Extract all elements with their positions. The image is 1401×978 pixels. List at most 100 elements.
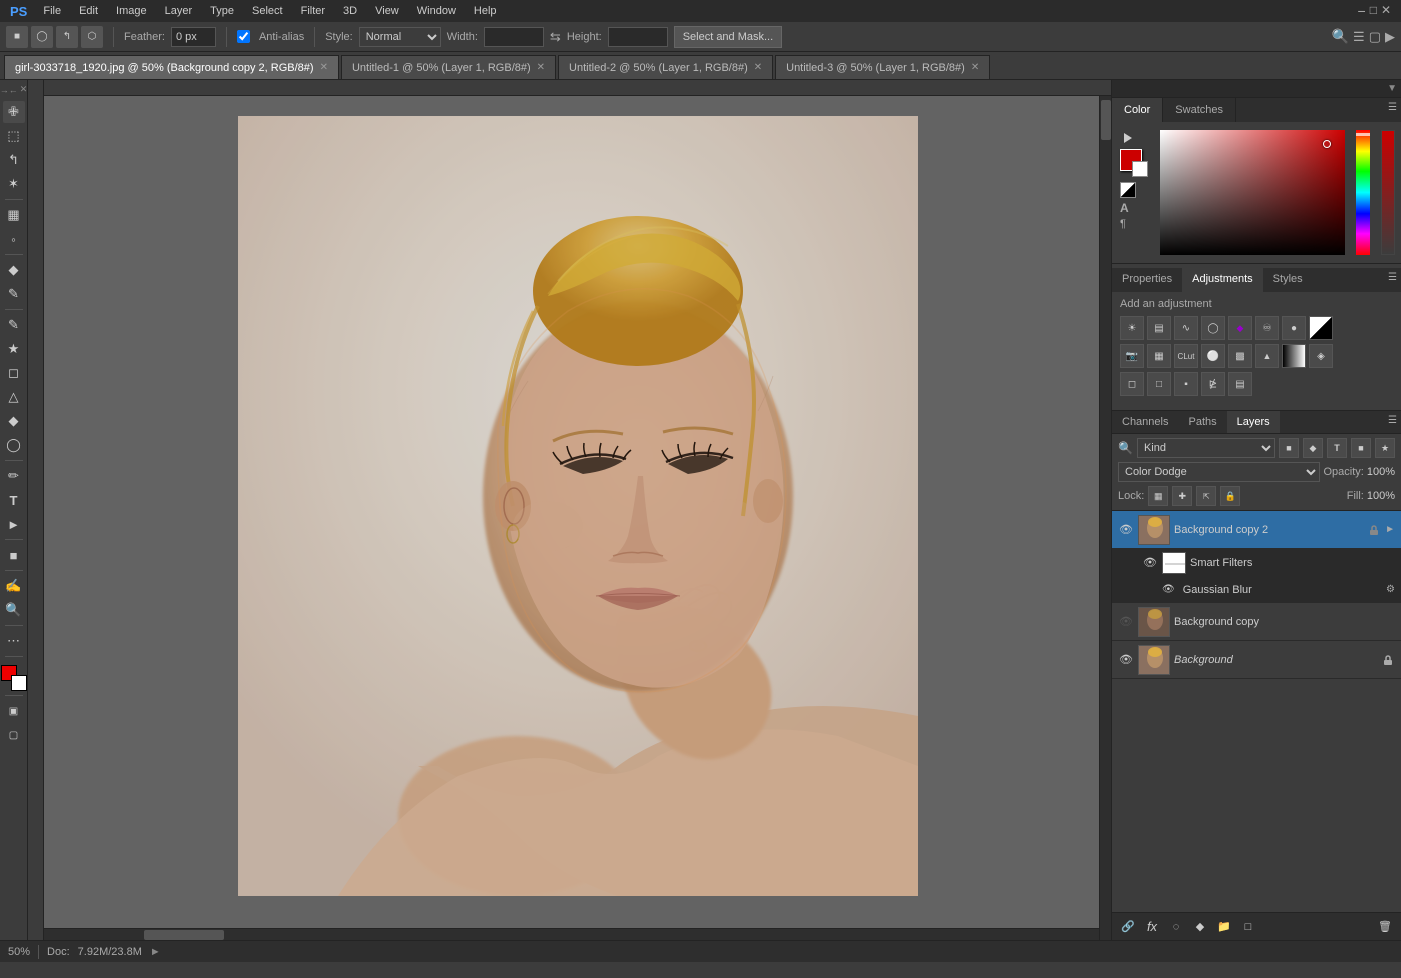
close-btn[interactable]: ✕	[1381, 3, 1391, 19]
menu-filter[interactable]: Filter	[293, 3, 333, 19]
brush-tool[interactable]: ✎	[3, 314, 25, 336]
adj-colorlookup-icon[interactable]: CLut	[1174, 344, 1198, 368]
layer-mask-icon[interactable]: ◌	[1166, 917, 1186, 937]
tab-main-close[interactable]: ✕	[320, 62, 328, 73]
menu-file[interactable]: File	[35, 3, 69, 19]
gradient-tool[interactable]: △	[3, 386, 25, 408]
pen-tool[interactable]: ✏	[3, 465, 25, 487]
antialias-checkbox[interactable]	[237, 30, 250, 43]
zoom-tool[interactable]: 🔍	[3, 599, 25, 621]
adj-hsl-icon[interactable]: ♾	[1255, 316, 1279, 340]
adj-invert-icon[interactable]: ⚪	[1201, 344, 1225, 368]
adj-channelmixer-icon[interactable]: ▦	[1147, 344, 1171, 368]
layer-adjustment-icon[interactable]: ◆	[1190, 917, 1210, 937]
status-arrow[interactable]: ►	[150, 946, 161, 958]
adjustment-filter-icon[interactable]: ◆	[1303, 438, 1323, 458]
panel-options-icon[interactable]: ▼	[1387, 83, 1397, 94]
layers-panel-menu[interactable]: ☰	[1384, 411, 1401, 433]
horizontal-scrollbar[interactable]	[44, 928, 1099, 940]
height-input[interactable]	[608, 27, 668, 47]
toolbar-close-icon[interactable]: ✕	[20, 84, 28, 95]
marquee-tool[interactable]: ⬚	[3, 125, 25, 147]
menu-view[interactable]: View	[367, 3, 407, 19]
tab-untitled1[interactable]: Untitled-1 @ 50% (Layer 1, RGB/8#) ✕	[341, 55, 556, 79]
menu-window[interactable]: Window	[409, 3, 464, 19]
canvas-image[interactable]	[238, 116, 918, 896]
color-gradient-picker[interactable]	[1160, 130, 1345, 255]
tab-main[interactable]: girl-3033718_1920.jpg @ 50% (Background …	[4, 55, 339, 79]
gaussian-blur-settings-icon[interactable]: ⚙	[1386, 584, 1395, 595]
lock-pixels-icon[interactable]: ▦	[1148, 486, 1168, 506]
tab-properties[interactable]: Properties	[1112, 268, 1182, 292]
magic-wand-tool[interactable]: ✶	[3, 173, 25, 195]
menu-image[interactable]: Image	[108, 3, 155, 19]
kind-dropdown[interactable]: Kind Name Effect Mode	[1137, 438, 1275, 458]
lock-all-icon[interactable]: 🔒	[1220, 486, 1240, 506]
adj-selectivecolor-icon[interactable]: ◈	[1309, 344, 1333, 368]
tab-untitled3[interactable]: Untitled-3 @ 50% (Layer 1, RGB/8#) ✕	[775, 55, 990, 79]
background-color[interactable]	[11, 675, 27, 691]
quick-mask-tool[interactable]: ▣	[3, 700, 25, 722]
menu-help[interactable]: Help	[466, 3, 505, 19]
layer-eye-bg-copy[interactable]: 👁	[1118, 614, 1134, 630]
slice-tool[interactable]: ◦	[3, 228, 25, 250]
tab-paths[interactable]: Paths	[1178, 411, 1226, 433]
dodge-tool[interactable]: ◯	[3, 434, 25, 456]
adj-extra4-icon[interactable]: ⋭	[1201, 372, 1225, 396]
fill-value[interactable]: 100%	[1367, 490, 1395, 502]
move-tool[interactable]: ✙	[3, 101, 25, 123]
adj-exposure-icon[interactable]: ◯	[1201, 316, 1225, 340]
tab-untitled2-close[interactable]: ✕	[754, 62, 762, 73]
adj-bw-icon[interactable]	[1309, 316, 1333, 340]
tab-untitled3-close[interactable]: ✕	[971, 62, 979, 73]
alpha-bar[interactable]	[1381, 130, 1395, 255]
adj-curves-icon[interactable]: ∿	[1174, 316, 1198, 340]
adj-brightness-icon[interactable]: ☀	[1120, 316, 1144, 340]
layer-eye-smart-filters[interactable]: 👁	[1142, 555, 1158, 571]
width-input[interactable]	[484, 27, 544, 47]
color-panel-menu[interactable]: ☰	[1384, 98, 1401, 122]
arrange-icon[interactable]: ▢	[1369, 29, 1381, 45]
tab-layers[interactable]: Layers	[1227, 411, 1280, 433]
crop-tool[interactable]: ▦	[3, 204, 25, 226]
text-color-icon[interactable]: A	[1120, 201, 1148, 215]
tab-channels[interactable]: Channels	[1112, 411, 1178, 433]
select-mask-button[interactable]: Select and Mask...	[674, 26, 783, 48]
blend-mode-dropdown[interactable]: Color Dodge Normal Multiply Screen Overl…	[1118, 462, 1320, 482]
layer-smart-filters[interactable]: 👁 Smart Filters	[1112, 549, 1401, 577]
layer-arrow-icon[interactable]: ►	[1385, 524, 1395, 535]
hue-bar[interactable]	[1356, 130, 1370, 255]
screen-mode-tool[interactable]: ▢	[3, 724, 25, 746]
layer-bg-copy[interactable]: 👁 Background copy	[1112, 603, 1401, 641]
adj-vibrance-icon[interactable]: ◆	[1228, 316, 1252, 340]
adj-extra5-icon[interactable]: ▤	[1228, 372, 1252, 396]
hand-tool[interactable]: ✍	[3, 575, 25, 597]
text-tool[interactable]: T	[3, 489, 25, 511]
eraser-tool[interactable]: ◻	[3, 362, 25, 384]
smart-filter-icon[interactable]: ★	[1375, 438, 1395, 458]
toolbar-collapse-icon[interactable]: →←	[0, 85, 18, 95]
layer-background[interactable]: 👁 Background	[1112, 641, 1401, 679]
lasso-tool[interactable]: ↰	[3, 149, 25, 171]
tab-color[interactable]: Color	[1112, 98, 1163, 122]
layer-group-icon[interactable]: 📁	[1214, 917, 1234, 937]
ellipse-select-tool-opt[interactable]: ◯	[31, 26, 53, 48]
adj-extra1-icon[interactable]: ◻	[1120, 372, 1144, 396]
color-gradient-dot[interactable]	[1323, 140, 1331, 148]
rect-select-tool-opt[interactable]: ■	[6, 26, 28, 48]
bg-swatch[interactable]	[1132, 161, 1148, 177]
rect-shape-tool[interactable]: ■	[3, 544, 25, 566]
minimize-btn[interactable]: −	[1358, 3, 1366, 19]
mask-icon[interactable]	[1120, 182, 1148, 198]
eyedropper-tool[interactable]: ◆	[3, 259, 25, 281]
para-color-icon[interactable]: ¶	[1120, 218, 1148, 230]
menu-3d[interactable]: 3D	[335, 3, 365, 19]
adj-photofilter-icon[interactable]: 📷	[1120, 344, 1144, 368]
layer-gaussian-blur[interactable]: 👁 Gaussian Blur ⚙	[1112, 577, 1401, 603]
stamp-tool[interactable]: ★	[3, 338, 25, 360]
lasso-select-tool-opt[interactable]: ↰	[56, 26, 78, 48]
tab-adjustments[interactable]: Adjustments	[1182, 268, 1263, 292]
swap-wh-icon[interactable]: ⇆	[550, 29, 561, 45]
tab-untitled2[interactable]: Untitled-2 @ 50% (Layer 1, RGB/8#) ✕	[558, 55, 773, 79]
color-play-icon[interactable]	[1120, 130, 1136, 146]
